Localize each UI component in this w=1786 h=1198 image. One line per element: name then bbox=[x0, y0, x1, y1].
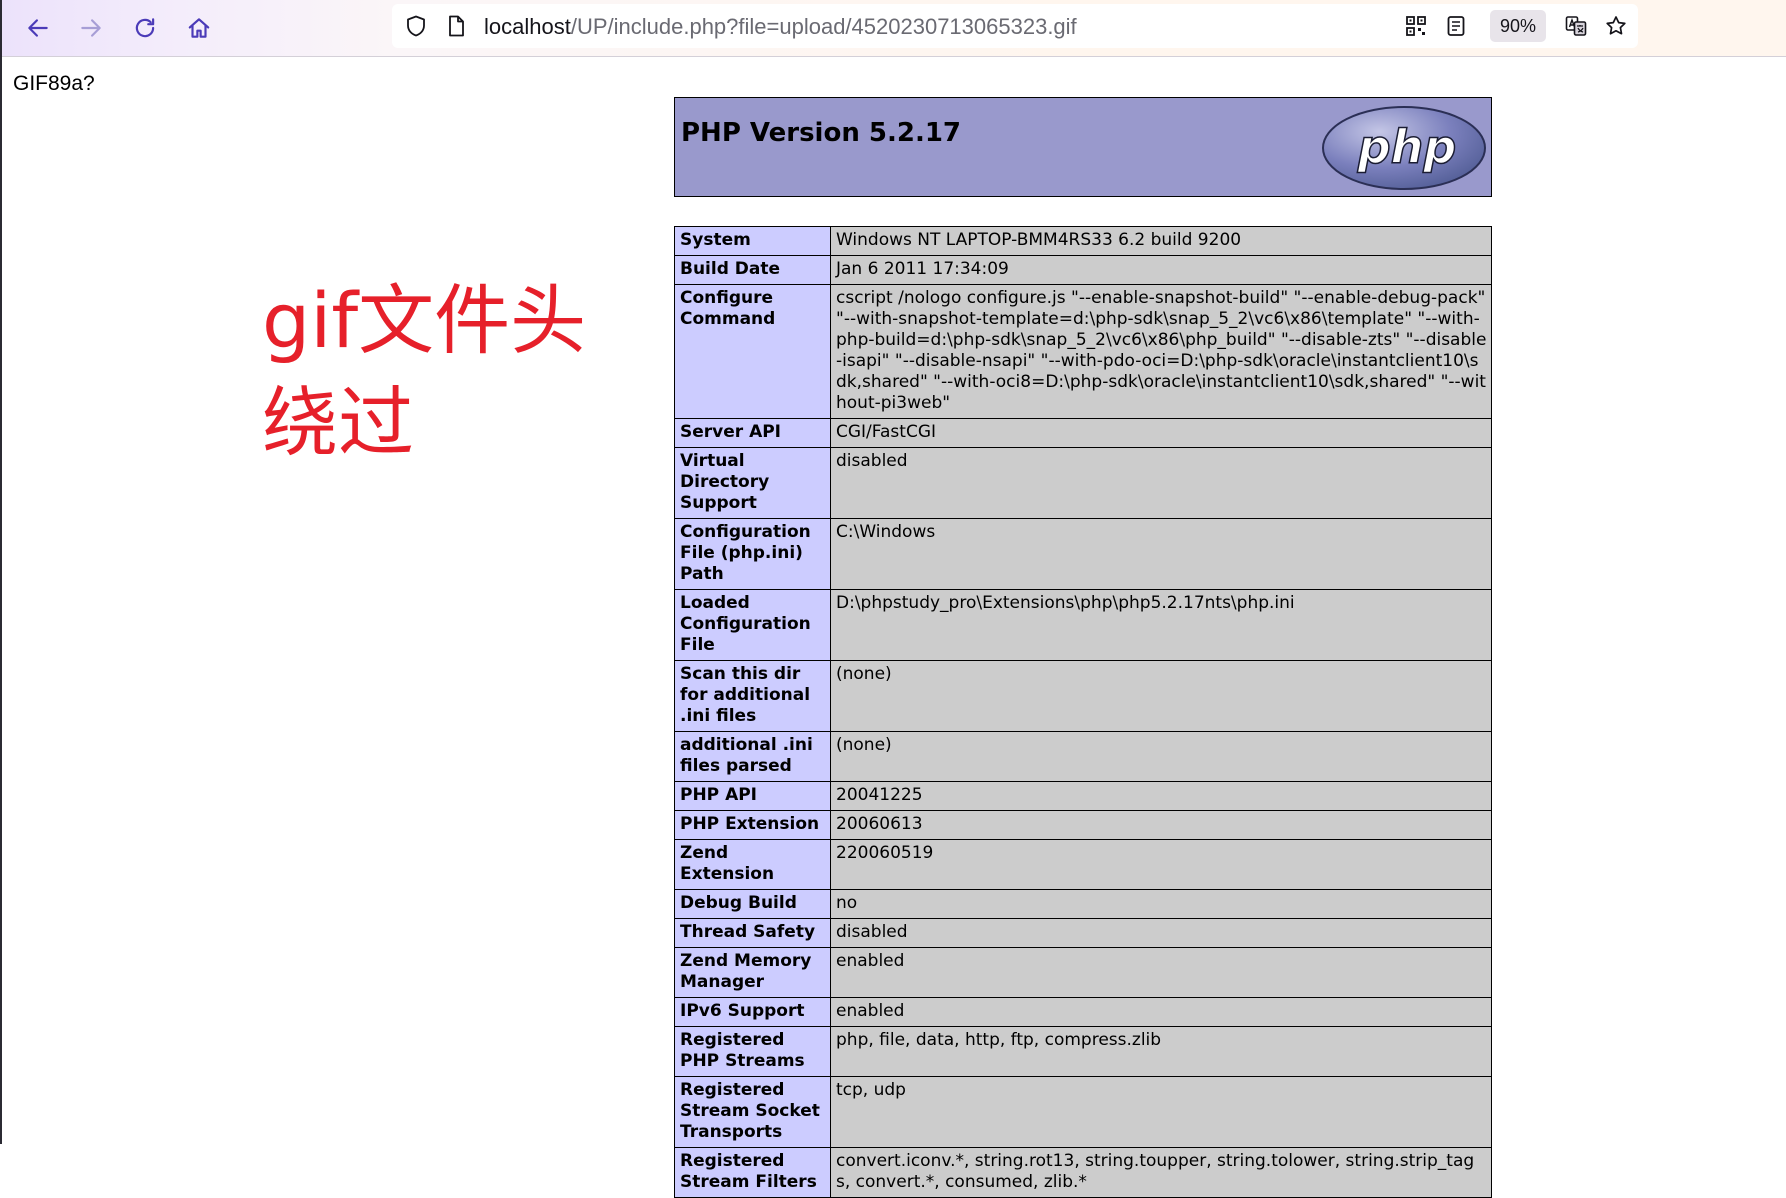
url-host: localhost bbox=[484, 14, 571, 39]
row-key: Thread Safety bbox=[674, 918, 831, 948]
php-logo-text: php bbox=[1357, 120, 1457, 174]
row-key: Configure Command bbox=[674, 284, 831, 419]
row-key: Registered Stream Socket Transports bbox=[674, 1076, 831, 1148]
row-key: PHP Extension bbox=[674, 810, 831, 840]
row-value: (none) bbox=[830, 731, 1492, 782]
back-arrow-icon bbox=[28, 19, 48, 37]
row-key: Zend Memory Manager bbox=[674, 947, 831, 998]
table-row: Registered Stream Socket Transports tcp, … bbox=[674, 1076, 1492, 1148]
row-key: Server API bbox=[674, 418, 831, 448]
row-key: Registered PHP Streams bbox=[674, 1026, 831, 1077]
row-value: enabled bbox=[830, 947, 1492, 998]
reload-icon bbox=[135, 18, 155, 38]
row-value: tcp, udp bbox=[830, 1076, 1492, 1148]
forward-button[interactable] bbox=[73, 10, 109, 46]
qr-code-icon bbox=[1406, 16, 1426, 36]
bookmark-star-icon bbox=[1606, 16, 1626, 35]
row-key: additional .ini files parsed bbox=[674, 731, 831, 782]
reader-view-icon bbox=[1447, 16, 1465, 36]
table-row: Build Date Jan 6 2011 17:34:09 bbox=[674, 255, 1492, 285]
url-path: /UP/include.php?file=upload/452023071306… bbox=[570, 14, 1077, 39]
php-logo[interactable]: php bbox=[1321, 105, 1487, 191]
row-value: cscript /nologo configure.js "--enable-s… bbox=[830, 284, 1492, 419]
table-row: Configure Command cscript /nologo configu… bbox=[674, 284, 1492, 419]
table-row: PHP API 20041225 bbox=[674, 781, 1492, 811]
qr-code-button[interactable] bbox=[1402, 12, 1430, 40]
window-edge bbox=[0, 0, 2, 1144]
annotation-text: gif文件头绕过 bbox=[262, 276, 587, 467]
row-key: Registered Stream Filters bbox=[674, 1147, 831, 1198]
row-key: Configuration File (php.ini) Path bbox=[674, 518, 831, 590]
page-icon[interactable] bbox=[442, 12, 470, 40]
table-row: Debug Build no bbox=[674, 889, 1492, 919]
address-bar[interactable]: localhost/UP/include.php?file=upload/452… bbox=[392, 4, 1638, 48]
row-key: Loaded Configuration File bbox=[674, 589, 831, 661]
phpinfo-table: System Windows NT LAPTOP-BMM4RS33 6.2 bui… bbox=[674, 226, 1492, 1198]
table-row: IPv6 Support enabled bbox=[674, 997, 1492, 1027]
bookmark-button[interactable] bbox=[1602, 12, 1630, 40]
row-value: 20041225 bbox=[830, 781, 1492, 811]
table-row: Loaded Configuration File D:\phpstudy_pro… bbox=[674, 589, 1492, 661]
table-row: Server API CGI/FastCGI bbox=[674, 418, 1492, 448]
table-row: Zend Memory Manager enabled bbox=[674, 947, 1492, 998]
table-row: Thread Safety disabled bbox=[674, 918, 1492, 948]
row-value: no bbox=[830, 889, 1492, 919]
row-value: disabled bbox=[830, 918, 1492, 948]
row-value: Jan 6 2011 17:34:09 bbox=[830, 255, 1492, 285]
table-row: Virtual Directory Support disabled bbox=[674, 447, 1492, 519]
browser-toolbar: localhost/UP/include.php?file=upload/452… bbox=[0, 0, 1786, 57]
translate-icon bbox=[1565, 16, 1587, 36]
gif-header-text: GIF89a? bbox=[13, 72, 95, 95]
translate-button[interactable] bbox=[1562, 12, 1590, 40]
phpinfo-header: PHP Version 5.2.17 php bbox=[674, 97, 1492, 197]
row-key: IPv6 Support bbox=[674, 997, 831, 1027]
row-value: convert.iconv.*, string.rot13, string.to… bbox=[830, 1147, 1492, 1198]
row-value: disabled bbox=[830, 447, 1492, 519]
zoom-level[interactable]: 90% bbox=[1490, 10, 1546, 42]
home-icon bbox=[188, 18, 210, 38]
row-value: D:\phpstudy_pro\Extensions\php\php5.2.17… bbox=[830, 589, 1492, 661]
row-value: C:\Windows bbox=[830, 518, 1492, 590]
php-version-title: PHP Version 5.2.17 bbox=[681, 118, 962, 148]
shield-icon[interactable] bbox=[402, 12, 430, 40]
table-row: Registered PHP Streams php, file, data, h… bbox=[674, 1026, 1492, 1077]
row-value: 220060519 bbox=[830, 839, 1492, 890]
row-value: Windows NT LAPTOP-BMM4RS33 6.2 build 920… bbox=[830, 226, 1492, 256]
row-value: (none) bbox=[830, 660, 1492, 732]
row-value: 20060613 bbox=[830, 810, 1492, 840]
row-key: Zend Extension bbox=[674, 839, 831, 890]
row-value: CGI/FastCGI bbox=[830, 418, 1492, 448]
row-key: System bbox=[674, 226, 831, 256]
table-row: Scan this dir for additional .ini files(… bbox=[674, 660, 1492, 732]
table-row: PHP Extension 20060613 bbox=[674, 810, 1492, 840]
table-row: additional .ini files parsed (none) bbox=[674, 731, 1492, 782]
row-key: PHP API bbox=[674, 781, 831, 811]
row-key: Build Date bbox=[674, 255, 831, 285]
row-key: Debug Build bbox=[674, 889, 831, 919]
url-text[interactable]: localhost/UP/include.php?file=upload/452… bbox=[484, 14, 1077, 40]
reader-view-button[interactable] bbox=[1442, 12, 1470, 40]
table-row: Zend Extension 220060519 bbox=[674, 839, 1492, 890]
row-value: enabled bbox=[830, 997, 1492, 1027]
row-value: php, file, data, http, ftp, compress.zli… bbox=[830, 1026, 1492, 1077]
forward-arrow-icon bbox=[81, 19, 101, 37]
row-key: Scan this dir for additional .ini files bbox=[674, 660, 831, 732]
reload-button[interactable] bbox=[127, 10, 163, 46]
home-button[interactable] bbox=[181, 10, 217, 46]
back-button[interactable] bbox=[20, 10, 56, 46]
table-row: Registered Stream Filters convert.iconv.*… bbox=[674, 1147, 1492, 1198]
row-key: Virtual Directory Support bbox=[674, 447, 831, 519]
table-row: Configuration File (php.ini) Path C:\Wind… bbox=[674, 518, 1492, 590]
table-row: System Windows NT LAPTOP-BMM4RS33 6.2 bui… bbox=[674, 226, 1492, 256]
